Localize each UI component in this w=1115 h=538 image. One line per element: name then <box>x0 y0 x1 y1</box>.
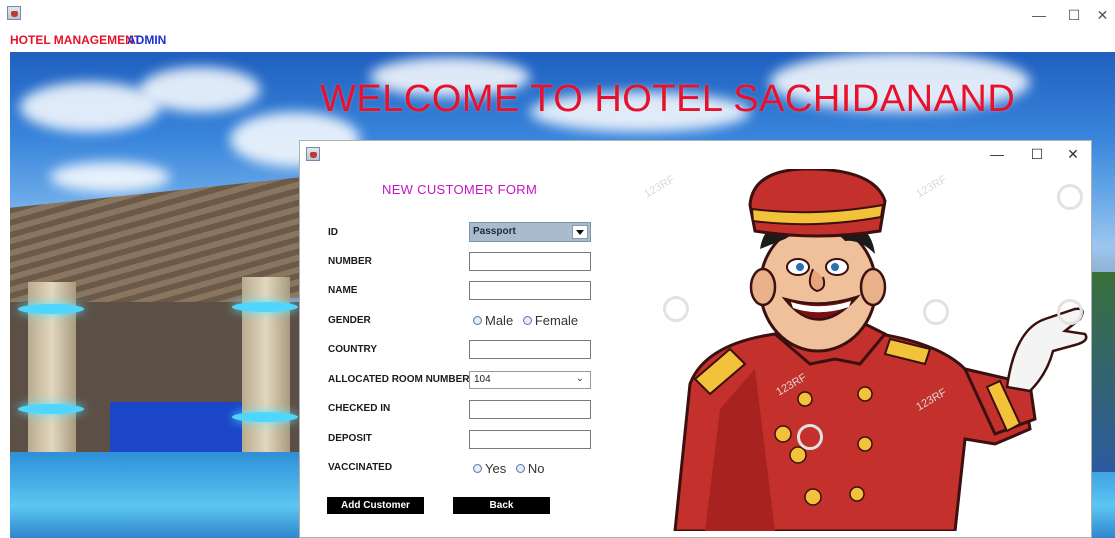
cap <box>748 167 887 238</box>
gender-label: GENDER <box>328 315 371 326</box>
left-ear <box>749 267 777 307</box>
watermark-circle <box>1057 184 1083 210</box>
deposit-input[interactable] <box>469 430 591 449</box>
bellboy-svg <box>673 167 1088 533</box>
outer-close-button[interactable]: ✕ <box>1090 4 1115 26</box>
country-label: COUNTRY <box>328 344 378 355</box>
outer-titlebar: — ☐ ✕ <box>0 0 1115 30</box>
room-number-label: ALLOCATED ROOM NUMBER <box>328 374 470 385</box>
form-minimize-button[interactable]: — <box>984 144 1010 164</box>
room-number-value: 104 <box>474 374 491 385</box>
bellboy-illustration: 123RF 123RF 123RF 123RF <box>635 167 1090 533</box>
menu-admin[interactable]: ADMIN <box>127 33 166 47</box>
watermark-circle <box>1057 299 1083 325</box>
pillar-light <box>18 304 84 314</box>
number-label: NUMBER <box>328 256 372 267</box>
java-app-icon <box>306 147 320 161</box>
right-pupil <box>831 263 839 271</box>
welcome-title: WELCOME TO HOTEL SACHIDANAND <box>320 78 1016 120</box>
jacket-button <box>789 446 807 464</box>
add-customer-button[interactable]: Add Customer <box>327 497 424 514</box>
pillar-light <box>232 412 298 422</box>
dropdown-arrow-icon[interactable] <box>572 225 588 239</box>
outer-minimize-button[interactable]: — <box>1024 4 1054 26</box>
form-heading: NEW CUSTOMER FORM <box>382 182 538 197</box>
right-scene <box>1090 272 1115 472</box>
back-button[interactable]: Back <box>453 497 550 514</box>
id-label: ID <box>328 227 338 238</box>
watermark-circle <box>923 299 949 325</box>
menu-bar: HOTEL MANAGEMENT ADMIN <box>0 30 1115 50</box>
gender-radio-group: Male Female <box>473 313 584 331</box>
form-titlebar: — ☐ ✕ <box>300 141 1091 167</box>
checked-in-label: CHECKED IN <box>328 403 391 414</box>
pillar-light <box>232 302 298 312</box>
outer-maximize-button[interactable]: ☐ <box>1059 4 1089 26</box>
jacket-button <box>797 391 813 407</box>
vaccinated-yes-radio[interactable] <box>473 464 482 473</box>
checked-in-input[interactable] <box>469 400 591 419</box>
jacket-button <box>857 386 873 402</box>
jacket-button <box>849 486 865 502</box>
room-number-dropdown[interactable]: 104 ⌄ <box>469 371 591 389</box>
gender-male-label[interactable]: Male <box>485 313 513 328</box>
vaccinated-no-label[interactable]: No <box>528 461 545 476</box>
gender-female-label[interactable]: Female <box>535 313 578 328</box>
form-close-button[interactable]: ✕ <box>1060 144 1086 164</box>
right-ear <box>859 267 887 307</box>
cloud <box>50 162 170 192</box>
menu-hotel-management[interactable]: HOTEL MANAGEMENT <box>10 33 141 47</box>
vaccinated-label: VACCINATED <box>328 462 393 473</box>
id-type-dropdown[interactable]: Passport <box>469 222 591 242</box>
left-pupil <box>796 263 804 271</box>
vaccinated-no-radio[interactable] <box>515 464 525 473</box>
name-input[interactable] <box>469 281 591 300</box>
name-label: NAME <box>328 285 358 296</box>
jacket-button <box>804 488 822 506</box>
cloud <box>20 82 160 132</box>
vaccinated-radio-group: Yes No <box>473 461 550 479</box>
number-input[interactable] <box>469 252 591 271</box>
chevron-down-icon[interactable]: ⌄ <box>576 373 584 384</box>
customer-form-window: — ☐ ✕ NEW CUSTOMER FORM ID Passport NUMB… <box>299 140 1092 538</box>
watermark-circle <box>663 296 689 322</box>
id-type-value: Passport <box>473 226 516 237</box>
pillar-light <box>18 404 84 414</box>
gender-female-radio[interactable] <box>522 316 532 325</box>
form-maximize-button[interactable]: ☐ <box>1024 144 1050 164</box>
jacket-button <box>774 425 792 443</box>
deposit-label: DEPOSIT <box>328 433 372 444</box>
java-app-icon <box>7 6 21 20</box>
watermark-circle <box>797 424 823 450</box>
country-input[interactable] <box>469 340 591 359</box>
jacket-button <box>857 436 873 452</box>
vaccinated-yes-label[interactable]: Yes <box>485 461 506 476</box>
cloud <box>140 67 260 112</box>
gender-male-radio[interactable] <box>473 316 482 325</box>
